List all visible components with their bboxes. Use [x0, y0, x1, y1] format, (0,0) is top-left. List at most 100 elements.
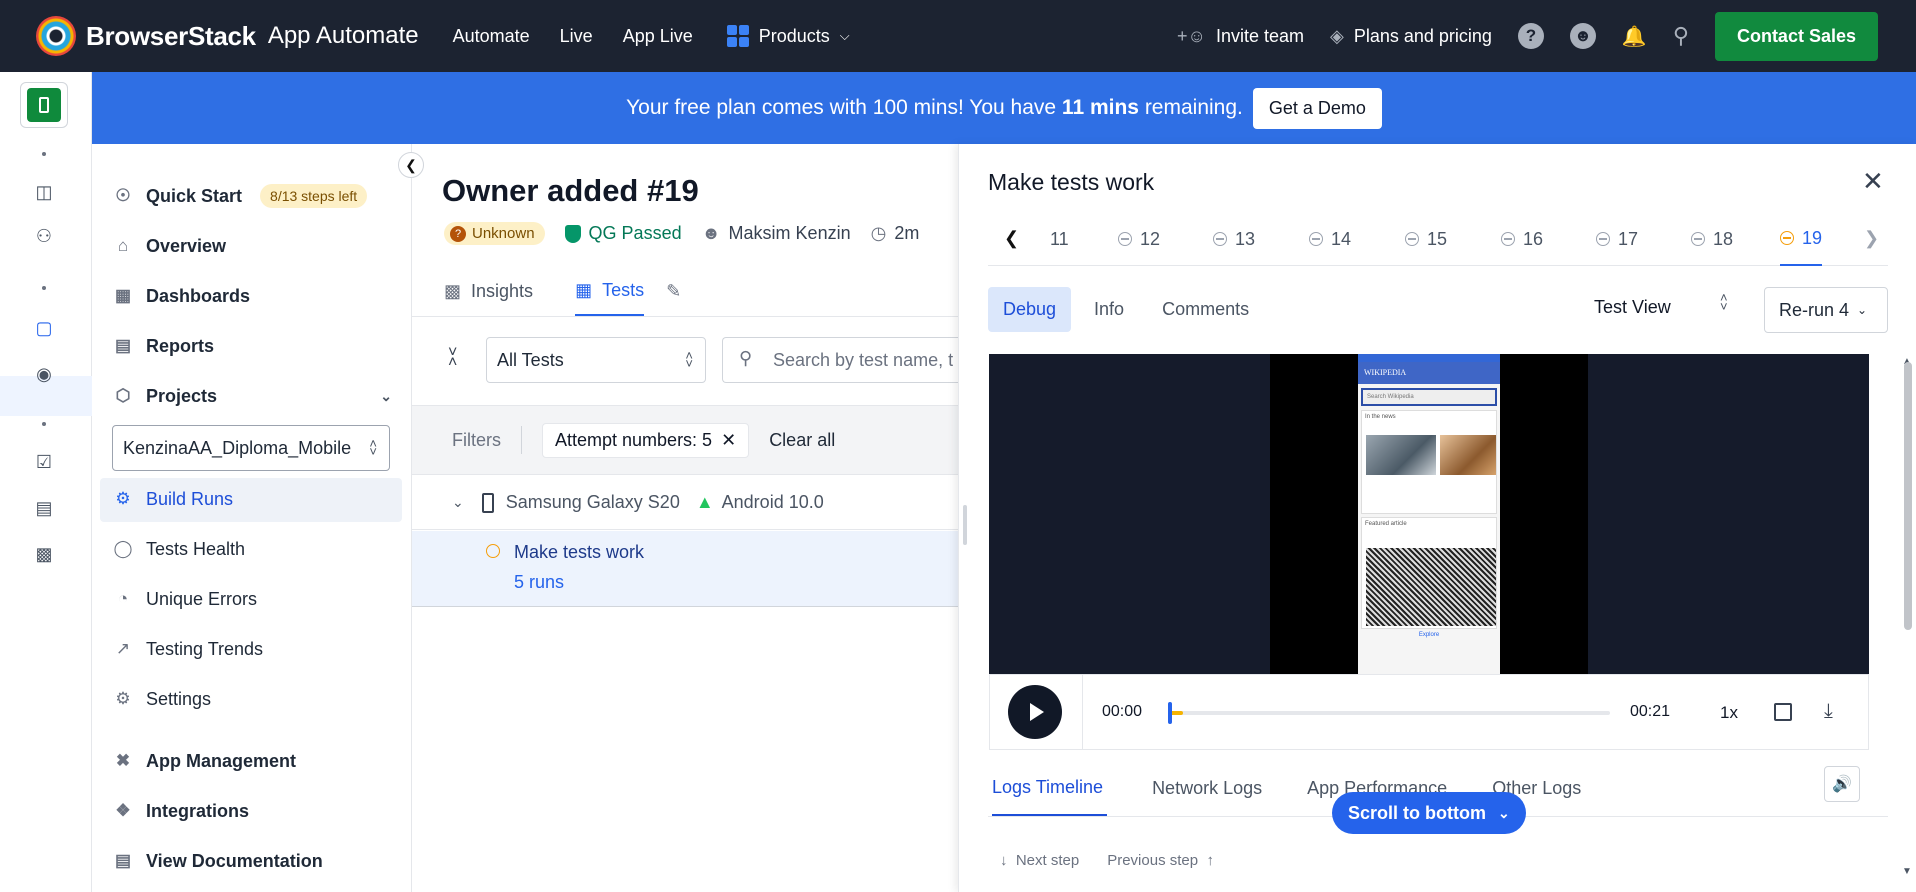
chevron-down-icon: ⌄ [452, 494, 464, 510]
settings-screen-icon[interactable]: ▩ [32, 542, 56, 566]
download-icon[interactable]: ⤓ [1824, 700, 1833, 723]
visual-testing-icon[interactable]: ◉ [32, 362, 56, 386]
run-tab-17[interactable]: 17 [1596, 212, 1638, 266]
clear-all-button[interactable]: Clear all [769, 430, 835, 451]
run-tab-15[interactable]: 15 [1405, 212, 1447, 266]
video-progress-track[interactable] [1170, 711, 1610, 715]
next-step-button[interactable]: ↓ Next step [1000, 852, 1079, 869]
status-label: Unknown [472, 225, 535, 242]
sidebar-item-testing-trends[interactable]: ↗ Testing Trends [112, 638, 263, 660]
run-tab-12[interactable]: 12 [1118, 212, 1160, 266]
sidebar-item-projects[interactable]: ⬡ Projects ⌄ [112, 385, 392, 407]
run-tab-18[interactable]: 18 [1691, 212, 1733, 266]
status-icon [1501, 232, 1515, 246]
sidebar-item-build-runs[interactable]: ⚙ Build Runs [112, 488, 233, 510]
tab-comments[interactable]: Comments [1147, 287, 1264, 332]
help-icon[interactable]: ? [1517, 23, 1544, 49]
compass-icon: ☉ [115, 186, 131, 205]
sidebar-item-overview[interactable]: ⌂ Overview [112, 235, 226, 257]
device-group-row[interactable]: ⌄ Samsung Galaxy S20 ▲ Android 10.0 [412, 476, 958, 530]
banner-text-post: remaining. [1138, 96, 1243, 119]
fullscreen-icon[interactable] [1774, 703, 1792, 721]
chevron-left-icon[interactable]: ❮ [1004, 228, 1019, 249]
sidebar-item-quick-start[interactable]: ☉ Quick Start 8/13 steps left [112, 184, 368, 208]
test-runs-link[interactable]: 5 runs [514, 572, 564, 593]
tab-insights[interactable]: ▩ Insights [444, 266, 533, 316]
settings-label: Settings [146, 688, 212, 709]
search-tests-input[interactable]: ⚲ Search by test name, t [722, 337, 958, 383]
brand[interactable]: BrowserStack App Automate [36, 16, 419, 56]
nav-link-live[interactable]: Live [560, 26, 593, 47]
rerun-select[interactable]: Re-run 4 ⌄ [1764, 287, 1888, 333]
edit-tabs-button[interactable]: ✎ [666, 266, 681, 316]
collapse-all-icon[interactable]: ˅ ˄ [448, 345, 457, 371]
tag-icon: ◈ [1329, 25, 1344, 46]
account-icon[interactable]: ☻ [1569, 23, 1596, 49]
sidebar-item-reports[interactable]: ▤ Reports [112, 335, 214, 357]
home-icon: ⌂ [117, 236, 129, 255]
resize-handle[interactable] [963, 505, 967, 545]
play-button[interactable] [1008, 685, 1062, 739]
invite-team-label: Invite team [1215, 25, 1304, 46]
close-panel-button[interactable]: ✕ [1862, 166, 1884, 197]
search-icon: ⚲ [739, 348, 753, 368]
run-tabs: ❮ 11 12 13 14 15 16 17 18 19 ❯ [988, 212, 1888, 266]
run-tab-16[interactable]: 16 [1501, 212, 1543, 266]
sidebar-item-integrations[interactable]: ❖ Integrations [112, 800, 249, 822]
search-icon[interactable]: ⚲ [1673, 23, 1689, 49]
project-select[interactable]: KenzinaAA_Diploma_Mobile ˄ ˅ [112, 425, 390, 471]
error-icon: ◔ [117, 589, 129, 608]
test-management-icon[interactable]: ☑ [32, 450, 56, 474]
plans-pricing-label: Plans and pricing [1353, 25, 1492, 46]
collapse-sidebar-button[interactable]: ❮ [398, 152, 424, 178]
scroll-to-bottom-button[interactable]: Scroll to bottom ⌄ [1332, 792, 1526, 834]
bell-icon[interactable]: 🔔 [1622, 24, 1647, 49]
plans-pricing-link[interactable]: ◈ Plans and pricing [1330, 26, 1492, 47]
tab-tests[interactable]: ▦ Tests [575, 266, 645, 316]
contact-sales-button[interactable]: Contact Sales [1714, 11, 1878, 61]
sidebar-item-app-management[interactable]: ✖ App Management [112, 750, 296, 772]
duration: 2m [894, 223, 920, 243]
nav-link-app-live[interactable]: App Live [623, 26, 693, 47]
user-icon: ☻ [701, 223, 721, 243]
tab-info[interactable]: Info [1079, 287, 1139, 332]
sidebar-item-unique-errors[interactable]: ◔ Unique Errors [112, 588, 257, 610]
run-tab-13[interactable]: 13 [1213, 212, 1255, 266]
invite-team-link[interactable]: +☺ Invite team [1177, 26, 1304, 47]
all-tests-select[interactable]: All Tests ˄ ˅ [486, 337, 706, 383]
accessibility-icon[interactable]: ⚇ [32, 224, 56, 248]
devices-icon[interactable]: ◫ [32, 180, 56, 204]
tab-debug[interactable]: Debug [988, 287, 1072, 332]
quality-gate-status[interactable]: QG Passed [564, 223, 682, 244]
app-automate-rail-button[interactable] [20, 82, 68, 128]
run-tab-19[interactable]: 19 [1780, 212, 1823, 266]
scroll-down-arrow[interactable]: ▼ [1902, 866, 1912, 877]
video-progress-handle[interactable] [1168, 702, 1172, 724]
products-menu[interactable]: Products ⌵ [726, 25, 850, 47]
run-tab-14[interactable]: 14 [1309, 212, 1351, 266]
steps-left-badge: 8/13 steps left [260, 184, 368, 208]
trend-icon: ↗ [115, 639, 131, 658]
sound-button[interactable]: 🔊 [1824, 766, 1860, 802]
tab-logs-timeline[interactable]: Logs Timeline [992, 760, 1108, 816]
get-demo-button[interactable]: Get a Demo [1252, 87, 1382, 129]
test-row[interactable]: Make tests work 5 runs [412, 531, 958, 607]
sidebar-item-view-documentation[interactable]: ▤ View Documentation [112, 850, 323, 872]
test-view-select[interactable]: Test View ˄ ˅ [1594, 291, 1728, 318]
previous-step-button[interactable]: Previous step ↑ [1107, 852, 1214, 869]
observability-icon[interactable]: ▤ [32, 496, 56, 520]
sidebar-item-settings[interactable]: ⚙ Settings [112, 688, 211, 710]
chevron-right-icon[interactable]: ❯ [1864, 228, 1879, 249]
bar-chart-icon: ▩ [444, 280, 462, 301]
rail-divider-dot [42, 286, 46, 290]
playback-speed-button[interactable]: 1x [1720, 703, 1738, 723]
nav-link-automate[interactable]: Automate [453, 26, 530, 47]
run-tab-11[interactable]: 11 [1050, 212, 1069, 266]
close-icon[interactable]: ✕ [721, 430, 736, 450]
sidebar-item-tests-health[interactable]: ◯ Tests Health [112, 538, 245, 560]
attempt-filter-chip[interactable]: Attempt numbers: 5 ✕ [542, 422, 750, 458]
sidebar-item-dashboards[interactable]: ▦ Dashboards [112, 285, 250, 307]
tab-network-logs[interactable]: Network Logs [1152, 760, 1262, 816]
panel-scrollbar[interactable] [1904, 362, 1912, 630]
app-automate-icon[interactable]: ▢ [32, 316, 56, 340]
